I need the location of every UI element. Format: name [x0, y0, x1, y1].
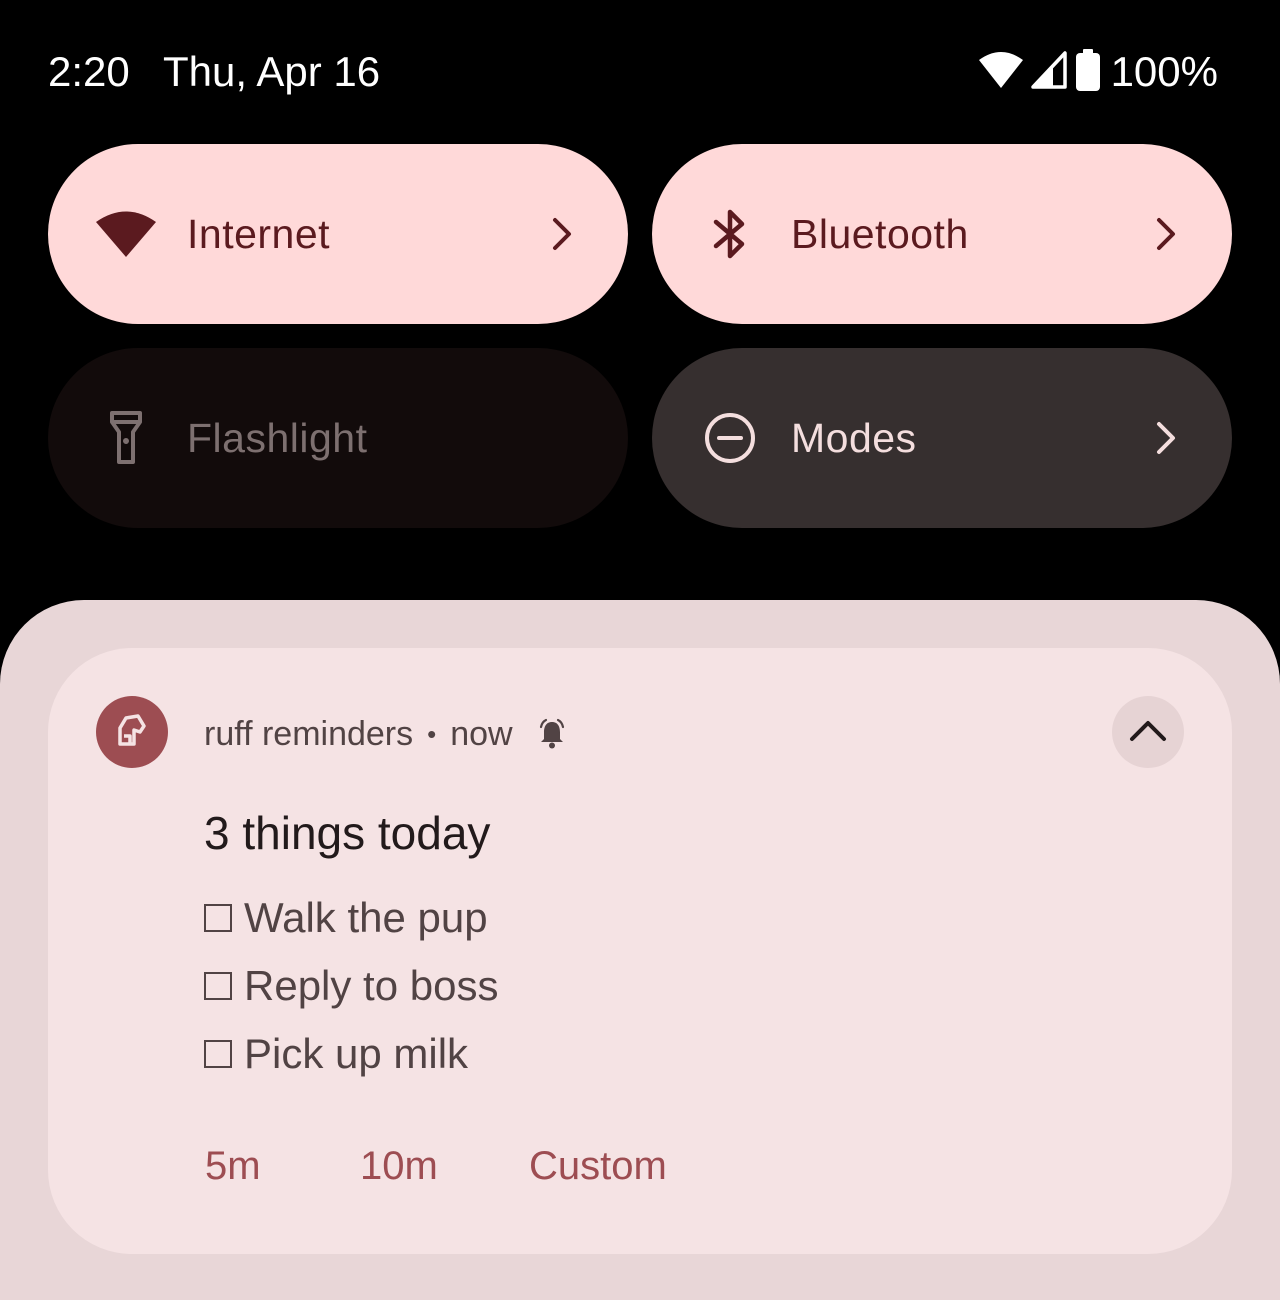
status-icons: 100%: [977, 46, 1218, 98]
cell-signal-icon: [1030, 50, 1069, 94]
bluetooth-icon: [698, 202, 762, 266]
tile-flashlight[interactable]: Flashlight: [48, 348, 628, 528]
chevron-right-icon: [1148, 420, 1184, 456]
tile-modes[interactable]: Modes: [652, 348, 1232, 528]
wifi-icon: [977, 50, 1025, 95]
task-text: Reply to boss: [244, 962, 499, 1009]
notification-time: now: [450, 715, 513, 753]
notification-header: ruff reminders • now: [204, 712, 569, 756]
tile-modes-label: Modes: [791, 415, 917, 461]
header-separator: •: [427, 719, 437, 749]
chevron-up-icon: [1128, 717, 1168, 748]
status-bar: 2:20 Thu, Apr 16 100%: [0, 0, 1280, 140]
notification-shade-screen: 2:20 Thu, Apr 16 100% Internet Bluetooth…: [0, 0, 1280, 1300]
notification-title: 3 things today: [204, 807, 491, 859]
notification-app-name: ruff reminders: [204, 715, 414, 753]
tile-internet[interactable]: Internet: [48, 144, 628, 324]
snooze-10m-button[interactable]: 10m: [360, 1140, 438, 1192]
collapse-notification-button[interactable]: [1112, 696, 1184, 768]
list-item: Walk the pup: [204, 884, 498, 952]
task-text: Pick up milk: [244, 1030, 469, 1077]
checkbox-icon: [204, 1040, 232, 1068]
list-item: Reply to boss: [204, 952, 498, 1020]
status-time: 2:20: [48, 48, 130, 95]
battery-icon: [1075, 48, 1101, 96]
tile-bluetooth[interactable]: Bluetooth: [652, 144, 1232, 324]
task-text: Walk the pup: [244, 894, 488, 941]
checkbox-icon: [204, 904, 232, 932]
do-not-disturb-icon: [698, 406, 762, 470]
chevron-right-icon: [544, 216, 580, 252]
wifi-icon: [94, 202, 158, 266]
task-list: Walk the pup Reply to boss Pick up milk: [204, 884, 498, 1088]
snooze-5m-button[interactable]: 5m: [205, 1140, 261, 1192]
battery-percentage: 100%: [1110, 48, 1218, 95]
list-item: Pick up milk: [204, 1020, 498, 1088]
status-date: Thu, Apr 16: [163, 48, 381, 95]
snooze-custom-button[interactable]: Custom: [529, 1140, 667, 1192]
alarm-bell-icon: [535, 717, 569, 751]
dog-icon: [96, 696, 168, 768]
checkbox-icon: [204, 972, 232, 1000]
tile-bluetooth-label: Bluetooth: [791, 211, 969, 257]
flashlight-icon: [94, 406, 158, 470]
tile-flashlight-label: Flashlight: [187, 415, 368, 461]
tile-internet-label: Internet: [187, 211, 331, 257]
chevron-right-icon: [1148, 216, 1184, 252]
